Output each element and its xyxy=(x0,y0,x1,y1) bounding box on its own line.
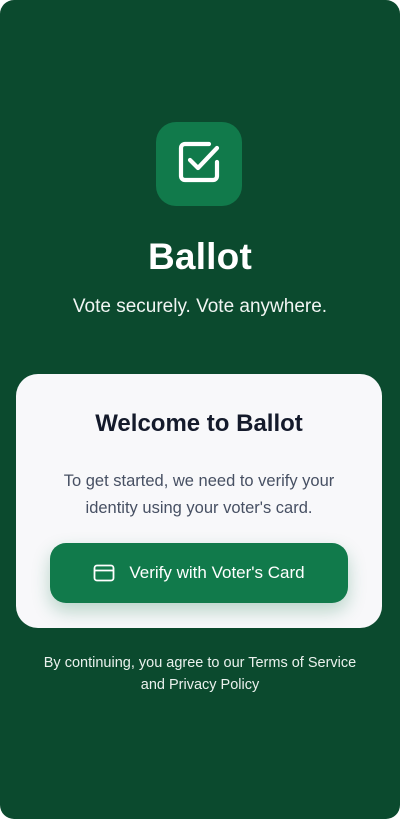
verify-button-label: Verify with Voter's Card xyxy=(129,563,305,582)
card-description: To get started, we need to verify your i… xyxy=(63,472,335,517)
welcome-card: Welcome to Ballot To get started, we nee… xyxy=(16,374,382,628)
app-tagline: Vote securely. Vote anywhere. xyxy=(72,296,328,317)
terms-notice: By continuing, you agree to our Terms of… xyxy=(43,655,357,693)
app-title: Ballot xyxy=(148,236,252,277)
card-title: Welcome to Ballot xyxy=(95,410,303,437)
checkbox-icon xyxy=(175,138,223,191)
app-logo xyxy=(156,122,242,206)
verify-voter-card-button[interactable]: Verify with Voter's Card xyxy=(50,543,348,603)
card-icon xyxy=(93,564,115,582)
app-screen: Ballot Vote securely. Vote anywhere. Wel… xyxy=(0,0,400,819)
